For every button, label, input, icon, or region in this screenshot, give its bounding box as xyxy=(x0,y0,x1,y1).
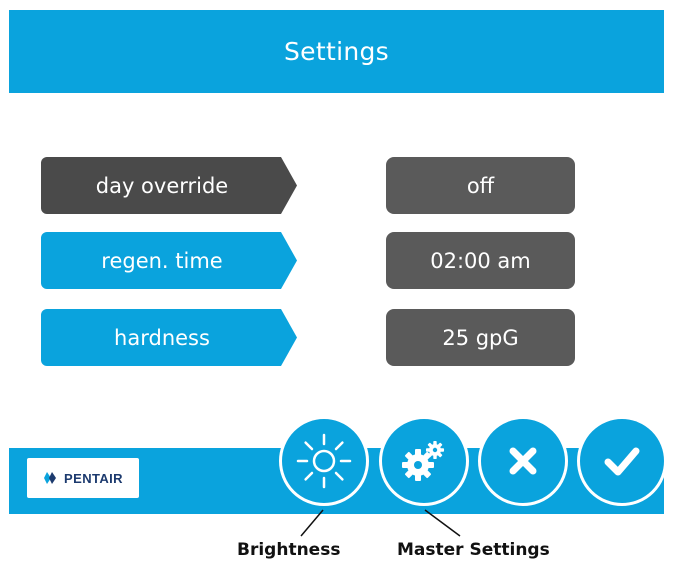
master-settings-caption: Master Settings xyxy=(397,540,550,560)
brightness-callout-line xyxy=(300,509,324,537)
callout-lines xyxy=(300,509,461,537)
brightness-caption: Brightness xyxy=(237,540,341,560)
master-settings-callout-line xyxy=(424,509,461,537)
